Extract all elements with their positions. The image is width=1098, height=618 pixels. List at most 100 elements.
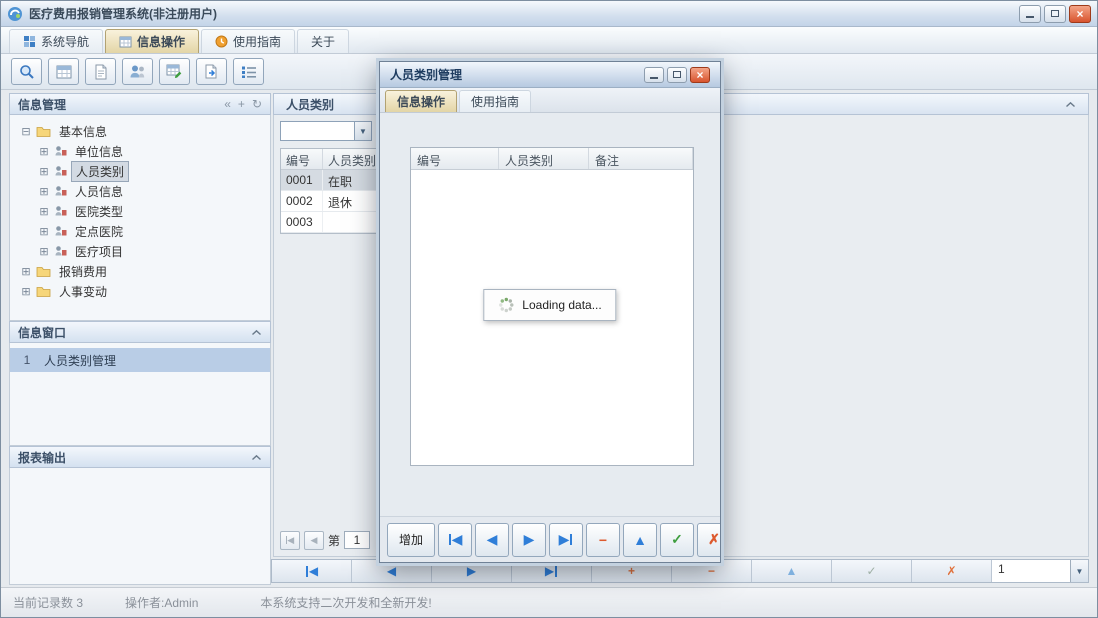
maximize-icon	[673, 71, 681, 78]
nav-delete-button[interactable]: −	[672, 560, 752, 582]
column-header-type[interactable]: 人员类别	[499, 148, 589, 169]
chevron-up-icon[interactable]	[1065, 101, 1076, 108]
tab-label: 系统导航	[41, 33, 89, 50]
folder-icon	[36, 265, 51, 277]
dialog-maximize-button[interactable]	[667, 67, 687, 83]
tree-node-personnel-change[interactable]: ⊞ 人事变动	[10, 281, 270, 301]
nav-page-combo[interactable]: 1 ▼	[992, 560, 1088, 582]
up-triangle-icon: ▲	[633, 532, 647, 548]
spinner-icon	[498, 297, 514, 313]
tab-system-navigation[interactable]: 系统导航	[9, 29, 103, 53]
dialog-post-button[interactable]: ✓	[660, 523, 694, 557]
dialog-tab-info-operation[interactable]: 信息操作	[385, 90, 457, 112]
dialog-edit-button[interactable]: ▲	[623, 523, 657, 557]
dialog-delete-button[interactable]: −	[586, 523, 620, 557]
pager-first-button[interactable]: ◀	[280, 531, 300, 550]
nav-post-button[interactable]: ✓	[832, 560, 912, 582]
tree-node-hospital-type[interactable]: ⊞ 医院类型	[10, 201, 270, 221]
cross-icon: ✗	[708, 531, 720, 548]
expand-node-icon[interactable]: ⊞	[38, 185, 50, 198]
nav-first-button[interactable]: ◀	[272, 560, 352, 582]
expand-node-icon[interactable]: ⊞	[20, 285, 32, 298]
dialog-minimize-button[interactable]	[644, 67, 664, 83]
system-navigation-icon	[23, 35, 36, 48]
tab-user-guide[interactable]: 使用指南	[201, 29, 295, 53]
expand-node-icon[interactable]: ⊞	[38, 205, 50, 218]
nav-last-button[interactable]: ▶	[512, 560, 592, 582]
list-button[interactable]	[233, 58, 264, 85]
tree-node-label: 人员信息	[71, 182, 127, 201]
record-count-label: 当前记录数 3	[13, 594, 83, 611]
dialog-tab-user-guide[interactable]: 使用指南	[459, 90, 531, 112]
person-type-dialog: 人员类别管理 × 信息操作 使用指南 编号 人员类别 备注	[379, 61, 721, 563]
nav-insert-button[interactable]: +	[592, 560, 672, 582]
tree-node-basic-info[interactable]: ⊟ 基本信息	[10, 121, 270, 141]
expand-node-icon[interactable]: ⊞	[38, 145, 50, 158]
tree-node-label: 报销费用	[55, 262, 111, 281]
restore-button[interactable]	[1044, 5, 1066, 23]
dialog-last-button[interactable]: ▶	[549, 523, 583, 557]
dialog-title: 人员类别管理	[390, 66, 462, 83]
column-header-id[interactable]: 编号	[411, 148, 499, 169]
pager-prev-button[interactable]: ◀	[304, 531, 324, 550]
column-header-remark[interactable]: 备注	[589, 148, 693, 169]
nav-next-button[interactable]: ▶	[432, 560, 512, 582]
collapse-panel-icon[interactable]: «	[224, 98, 231, 110]
dialog-next-button[interactable]: ▶	[512, 523, 546, 557]
search-button[interactable]	[11, 58, 42, 85]
dialog-first-button[interactable]: ◀	[438, 523, 472, 557]
nav-edit-button[interactable]: ▲	[752, 560, 832, 582]
person-type-filter-combo[interactable]: ▼	[280, 121, 372, 141]
window-list-item[interactable]: 1 人员类别管理	[10, 348, 270, 372]
nav-cancel-button[interactable]: ✗	[912, 560, 992, 582]
new-document-button[interactable]	[85, 58, 116, 85]
refresh-icon[interactable]: ↻	[252, 98, 262, 110]
record-icon	[54, 185, 67, 197]
users-button[interactable]	[122, 58, 153, 85]
dialog-prev-button[interactable]: ◀	[475, 523, 509, 557]
add-icon[interactable]: +	[238, 98, 245, 110]
cell-id: 0001	[281, 170, 323, 190]
last-icon: ▶	[559, 531, 570, 548]
tree-node-person-info[interactable]: ⊞ 人员信息	[10, 181, 270, 201]
dialog-cancel-button[interactable]: ✗	[697, 523, 720, 557]
tree-node-reimburse-fee[interactable]: ⊞ 报销费用	[10, 261, 270, 281]
tree-node-designated-hospital[interactable]: ⊞ 定点医院	[10, 221, 270, 241]
info-management-title: 信息管理	[18, 96, 66, 113]
combo-dropdown-icon[interactable]: ▼	[354, 122, 371, 140]
tree-node-unit-info[interactable]: ⊞ 单位信息	[10, 141, 270, 161]
record-icon	[54, 225, 67, 237]
nav-combo-dropdown-icon[interactable]: ▼	[1070, 560, 1088, 582]
chevron-up-icon[interactable]	[251, 329, 262, 336]
expand-node-icon[interactable]: ⊞	[38, 225, 50, 238]
minimize-button[interactable]	[1019, 5, 1041, 23]
expand-node-icon[interactable]: ⊞	[38, 245, 50, 258]
tree-node-label: 基本信息	[55, 122, 111, 141]
window-item-index: 1	[10, 353, 44, 367]
export-button[interactable]	[196, 58, 227, 85]
pager-page-input[interactable]: 1	[344, 531, 370, 549]
folder-icon	[36, 285, 51, 297]
chevron-up-icon[interactable]	[251, 454, 262, 461]
nav-prev-button[interactable]: ◀	[352, 560, 432, 582]
collapse-node-icon[interactable]: ⊟	[20, 125, 32, 138]
minus-icon: −	[599, 532, 607, 548]
titlebar: 医疗费用报销管理系统(非注册用户) ×	[1, 1, 1097, 27]
tree-node-medical-project[interactable]: ⊞ 医疗项目	[10, 241, 270, 261]
table-edit-button[interactable]	[159, 58, 190, 85]
tab-about[interactable]: 关于	[297, 29, 349, 53]
column-header-id[interactable]: 编号	[281, 149, 323, 169]
dialog-close-button[interactable]: ×	[690, 67, 710, 83]
minimize-icon	[650, 77, 658, 79]
expand-node-icon[interactable]: ⊞	[20, 265, 32, 278]
add-button[interactable]: 增加	[387, 523, 435, 557]
tree-node-person-type[interactable]: ⊞ 人员类别	[10, 161, 270, 181]
info-operation-icon	[119, 36, 132, 48]
table-button[interactable]	[48, 58, 79, 85]
tree-node-label: 单位信息	[71, 142, 127, 161]
tab-info-operation[interactable]: 信息操作	[105, 29, 199, 53]
expand-node-icon[interactable]: ⊞	[38, 165, 50, 178]
sidebar: 信息管理 « + ↻ ⊟ 基本信息 ⊞	[9, 93, 271, 585]
close-button[interactable]: ×	[1069, 5, 1091, 23]
up-triangle-icon: ▲	[786, 564, 798, 578]
